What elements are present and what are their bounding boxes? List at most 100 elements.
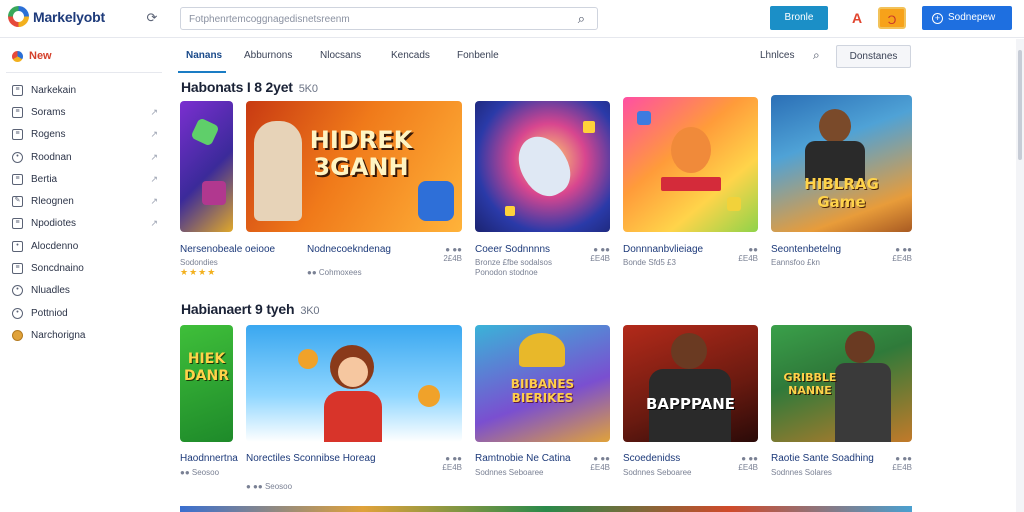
pencil-icon: ✎ [12,196,23,208]
game-price: ● ●● 2£4B [443,245,462,263]
sidebar-item[interactable]: • Roodnan ↗ [12,146,162,168]
active-tab-indicator [178,71,226,73]
game-name[interactable]: Scoedenidss [623,453,680,464]
store-a-icon[interactable]: A [847,8,867,28]
arrow-icon: ↗ [150,218,158,229]
game-art-block [202,181,226,205]
orb-art [418,385,440,407]
game-name[interactable]: Nodnecoekndenag [307,244,391,255]
search-input[interactable] [189,11,559,27]
game-meta: ●● Cohmoxees [307,268,362,277]
globe-icon: • [12,307,23,319]
sidebar-item[interactable]: ≡ Rogens ↗ [12,124,162,146]
sidebar-item[interactable]: ≡ Npodiotes ↗ [12,213,162,235]
sidebar-item-label: Pottniod [31,307,68,319]
game-price: ● ●● £E4B [590,245,610,263]
sidebar-item[interactable]: Narchorigna [12,324,162,346]
sidebar-item-label: Rogens [31,129,66,141]
tab-nlocsans[interactable]: Nlocsans [320,50,361,61]
banner-art [661,177,721,191]
browse-button[interactable]: Bronle [770,6,828,30]
sidebar: New ≡ Narkekain ≡ Sorams ↗ ≡ Rogens ↗ • Roodna… [0,39,168,512]
game-thumbnail[interactable]: BIIBANES BIERIKES [475,325,610,442]
game-meta: Sodnnes Seboaree [475,468,544,477]
sidebar-list: ≡ Narkekain ≡ Sorams ↗ ≡ Rogens ↗ • Roodnan ↗ ≡… [12,79,162,347]
arrow-icon: ↗ [150,151,158,162]
game-art-title: HIBLRAG Game [804,175,879,211]
coin-art [505,206,515,216]
game-art-title: BIIBANES BIERIKES [510,377,575,405]
game-meta: Bronze £fbe sodalsos Ponodon stodnoe [475,258,552,277]
app-logo[interactable]: Markelyobt [8,6,105,27]
sidebar-item[interactable]: ≡ Narkekain [12,79,162,101]
sidebar-item[interactable]: ≡ Sorams ↗ [12,101,162,123]
sidebar-item[interactable]: ✎ Rleognen ↗ [12,190,162,212]
user-icon: • [12,151,23,163]
game-name[interactable]: Norectiles Sconnibse Horeag [246,453,376,464]
publish-button[interactable]: + Sodnepew [922,6,1012,30]
section-count: 3K0 [300,305,320,317]
sidebar-new[interactable]: New [12,50,52,62]
tab-action-button[interactable]: Donstanes [836,45,911,68]
tab-kencads[interactable]: Kencads [391,50,430,61]
tab-nanans[interactable]: Nanans [186,50,222,61]
game-name[interactable]: Coeer Sodnnnns [475,244,550,255]
game-name[interactable]: Nersenobeale oeiooe [180,244,275,255]
sidebar-item-label: Bertia [31,173,58,185]
doc-icon: ≡ [12,129,23,141]
coin-art [583,121,595,133]
arrow-icon: ↗ [150,106,158,117]
sidebar-item[interactable]: • Alocdenno [12,235,162,257]
bookmark-icon: • [12,240,23,252]
game-name[interactable]: Ramtnobie Ne Catina [475,453,571,464]
plus-icon: + [932,13,943,24]
next-row-thumbnails[interactable] [180,506,912,512]
game-name[interactable]: Donnnanbvlieiage [623,244,703,255]
search-icon[interactable]: ⌕ [578,11,585,27]
refresh-icon[interactable]: ⟳ [144,10,160,26]
doc-icon: ≡ [12,173,23,185]
game-thumbnail[interactable]: HIEK DANR [180,325,233,442]
game-thumbnail[interactable] [246,325,462,442]
sidebar-item[interactable]: ≡ Bertia ↗ [12,168,162,190]
game-name[interactable]: Haodnnertna [180,453,238,464]
rocket-art [508,127,580,205]
game-thumbnail[interactable] [623,97,758,232]
logo-text: Markelyobt [33,8,105,25]
game-name[interactable]: Raotie Sante Soadhing [771,453,874,464]
top-header: Markelyobt ⟳ ⌕ Bronle A Ɔ + Sodnepew [0,0,1024,38]
section-title-text: Habianaert 9 tyeh [181,301,295,317]
game-meta: Eannsfoo £kn [771,258,820,267]
character-face-art [338,357,368,387]
game-price: ● ●● £E4B [892,454,912,472]
tab-search-icon[interactable]: ⌕ [813,48,820,63]
game-thumbnail[interactable]: BAPPPANE [623,325,758,442]
sidebar-item-label: Npodiotes [31,218,77,230]
game-meta: ● ●● Seosoo [246,482,293,491]
sidebar-item[interactable]: • Nluadles [12,280,162,302]
game-art-title: GRIBBLE NANNE [783,371,837,397]
game-thumbnail[interactable] [180,101,233,232]
tab-abburnons[interactable]: Abburnons [244,50,292,61]
scrollbar-thumb[interactable] [1018,50,1022,160]
sidebar-item[interactable]: ≡ Soncdnaino [12,257,162,279]
game-name[interactable]: Seontenbetelng [771,244,841,255]
section-title: Habonats I 8 2yet 5K0 [181,79,318,95]
filter-link[interactable]: Lhnlces [760,50,794,61]
category-tabs: Nanans Abburnons Nlocsans Kencads Fonben… [180,39,1020,73]
character-body-art [324,391,382,442]
arrow-icon: ↗ [150,173,158,184]
tab-fonbenle[interactable]: Fonbenle [457,50,499,61]
game-thumbnail[interactable]: GRIBBLE NANNE [771,325,912,442]
sidebar-item[interactable]: • Pottniod [12,302,162,324]
game-price: ● ●● £E4B [590,454,610,472]
game-meta: Sodnnes Seboaree [623,468,692,477]
sidebar-item-label: Sorams [31,106,66,118]
badge-icon[interactable]: Ɔ [878,7,906,29]
globe-icon: • [12,285,23,297]
game-thumbnail[interactable] [475,101,610,232]
search-bar[interactable]: ⌕ [180,7,598,30]
game-meta: Sodnnes Solares [771,468,832,477]
game-thumbnail[interactable]: HIDREK 3GANH [246,101,462,232]
game-thumbnail[interactable]: HIBLRAG Game [771,95,912,232]
